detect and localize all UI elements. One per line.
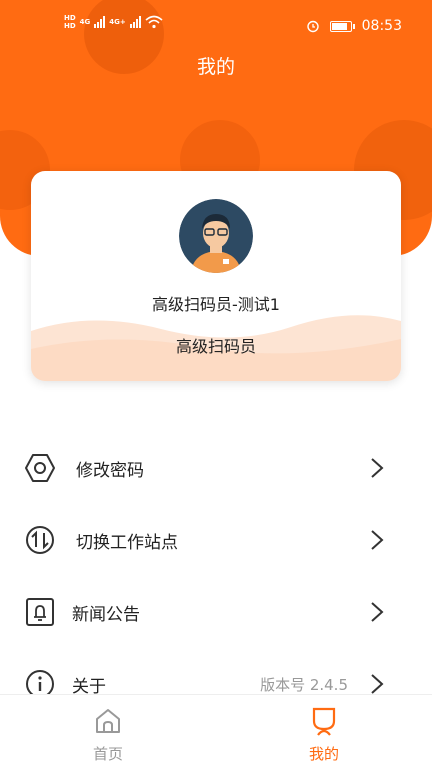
avatar[interactable] xyxy=(179,199,253,273)
user-avatar-icon xyxy=(179,199,253,273)
menu-label: 切换工作站点 xyxy=(76,533,178,553)
page-title: 我的 xyxy=(196,56,235,78)
menu-item-change-password[interactable]: 修改密码 xyxy=(0,438,432,498)
hexagon-nut-icon xyxy=(25,454,55,482)
user-role: 高级扫码员 xyxy=(175,337,256,356)
tab-label: 我的 xyxy=(308,745,339,763)
battery-icon xyxy=(329,20,355,32)
swap-arrows-icon xyxy=(26,526,54,554)
profile-icon xyxy=(312,707,336,736)
bell-icon xyxy=(26,598,54,626)
chevron-right-icon xyxy=(371,458,384,478)
wifi-icon xyxy=(145,15,163,29)
chevron-right-icon xyxy=(371,674,384,694)
version-text: 版本号 2.4.5 xyxy=(260,676,348,694)
menu-item-switch-site[interactable]: 切换工作站点 xyxy=(0,510,432,570)
profile-card: 高级扫码员-测试1 高级扫码员 xyxy=(31,171,401,381)
hd-label-bottom: HD xyxy=(64,22,76,30)
network-gen-2: 4G+ xyxy=(109,18,126,26)
tab-profile[interactable]: 我的 xyxy=(264,695,384,768)
status-bar: HD HD 4G 4G+ 08:53 xyxy=(0,0,432,56)
menu-item-news[interactable]: 新闻公告 xyxy=(0,582,432,642)
signal-bars-icon xyxy=(94,16,106,28)
chevron-right-icon xyxy=(371,530,384,550)
network-gen-1: 4G xyxy=(79,18,91,26)
bottom-tab-bar: 首页 我的 xyxy=(0,694,432,768)
hd-label-top: HD xyxy=(64,14,76,22)
user-name: 高级扫码员-测试1 xyxy=(152,295,280,314)
signal-bars-icon xyxy=(129,16,141,28)
menu-label: 新闻公告 xyxy=(72,605,140,625)
tab-home[interactable]: 首页 xyxy=(48,695,168,768)
hd-labels: HD HD xyxy=(64,14,76,30)
tab-label: 首页 xyxy=(92,745,123,763)
menu-label: 修改密码 xyxy=(76,461,144,481)
clock: 08:53 xyxy=(361,18,402,34)
status-right: 08:53 xyxy=(306,18,402,34)
network-indicators: HD HD 4G 4G+ xyxy=(64,14,163,30)
alarm-icon xyxy=(306,20,319,33)
chevron-right-icon xyxy=(371,602,384,622)
home-icon xyxy=(96,709,120,733)
